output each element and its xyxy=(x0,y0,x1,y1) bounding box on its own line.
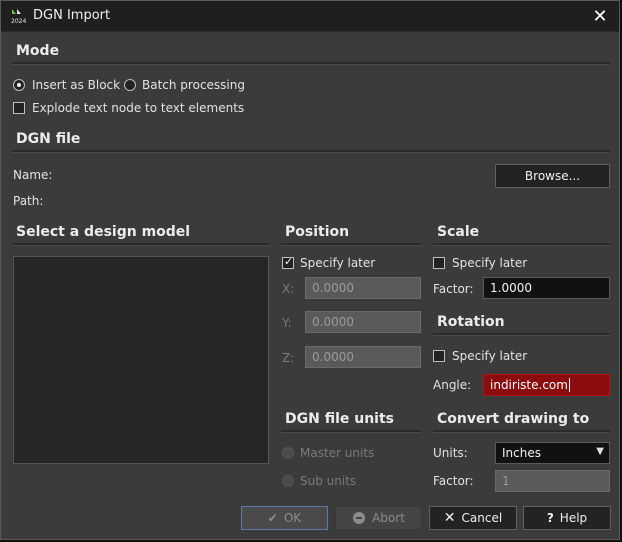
position-specify-later-checkbox[interactable] xyxy=(282,255,294,269)
rotation-heading: Rotation xyxy=(437,314,505,330)
position-heading: Position xyxy=(285,224,350,240)
explode-text-label[interactable]: Explode text node to text elements xyxy=(32,101,244,115)
position-divider xyxy=(281,243,421,246)
insert-as-block-label[interactable]: Insert as Block xyxy=(32,78,120,92)
dgn-import-dialog: 2024 DGN Import ✕ Mode Insert as Block B… xyxy=(0,0,620,540)
close-icon: ✕ xyxy=(592,5,608,27)
units-select-value: Inches xyxy=(502,446,541,460)
angle-input-value: indiriste.com xyxy=(490,378,568,392)
batch-processing-label[interactable]: Batch processing xyxy=(142,78,245,92)
help-icon: ? xyxy=(546,511,554,525)
scale-specify-later-checkbox[interactable] xyxy=(433,257,445,269)
help-button[interactable]: ? Help xyxy=(523,506,611,530)
convert-heading: Convert drawing to xyxy=(437,411,590,427)
design-model-heading: Select a design model xyxy=(16,224,191,240)
scale-divider xyxy=(433,243,610,246)
rotation-specify-later-label[interactable]: Specify later xyxy=(452,349,527,363)
convert-factor-label: Factor: xyxy=(433,474,474,488)
dgn-file-heading: DGN file xyxy=(16,131,81,147)
scale-factor-input[interactable]: 1.0000 xyxy=(483,277,610,299)
y-label: Y: xyxy=(282,316,292,330)
scale-specify-later-label[interactable]: Specify later xyxy=(452,256,527,270)
path-label: Path: xyxy=(13,194,44,208)
x-input[interactable]: 0.0000 xyxy=(305,277,421,299)
master-units-radio[interactable] xyxy=(282,447,294,459)
z-input[interactable]: 0.0000 xyxy=(305,346,421,368)
angle-label: Angle: xyxy=(433,378,472,392)
app-logo-icon: 2024 xyxy=(9,7,27,25)
insert-as-block-radio[interactable] xyxy=(13,79,25,91)
y-input[interactable]: 0.0000 xyxy=(305,311,421,333)
text-caret xyxy=(568,378,570,392)
convert-factor-input[interactable]: 1 xyxy=(495,470,610,492)
units-select[interactable]: Inches ▼ xyxy=(495,442,610,464)
ok-button-label: OK xyxy=(283,511,302,525)
scale-heading: Scale xyxy=(437,224,480,240)
browse-button-label: Browse... xyxy=(524,169,581,183)
mode-divider xyxy=(12,62,610,65)
z-label: Z: xyxy=(282,351,295,365)
rotation-divider xyxy=(433,333,610,336)
master-units-label[interactable]: Master units xyxy=(300,446,374,460)
convert-divider xyxy=(433,430,610,433)
abort-button-label: Abort xyxy=(372,511,405,525)
design-model-divider xyxy=(12,243,269,246)
close-button[interactable]: ✕ xyxy=(589,5,611,27)
dgn-units-heading: DGN file units xyxy=(285,411,395,427)
abort-button[interactable]: Abort xyxy=(335,506,422,530)
explode-text-checkbox[interactable] xyxy=(13,102,25,114)
rotation-specify-later-checkbox[interactable] xyxy=(433,350,445,362)
mode-heading: Mode xyxy=(16,43,60,59)
window-title: DGN Import xyxy=(33,8,111,23)
browse-button[interactable]: Browse... xyxy=(495,164,610,188)
title-bar: 2024 DGN Import ✕ xyxy=(1,1,619,32)
design-model-list[interactable] xyxy=(13,256,269,464)
svg-text:2024: 2024 xyxy=(11,18,26,25)
help-button-label: Help xyxy=(559,511,588,525)
sub-units-radio[interactable] xyxy=(282,475,294,487)
cancel-button[interactable]: ✕ Cancel xyxy=(429,506,517,530)
batch-processing-radio[interactable] xyxy=(124,79,136,91)
units-label: Units: xyxy=(433,446,468,460)
close-icon: ✕ xyxy=(443,510,456,526)
check-icon: ✔ xyxy=(267,511,278,525)
ok-button[interactable]: ✔ OK xyxy=(241,506,328,530)
dgn-units-divider xyxy=(281,430,421,433)
chevron-down-icon: ▼ xyxy=(596,446,604,457)
abort-icon xyxy=(353,512,366,524)
x-label: X: xyxy=(282,282,295,296)
dgn-file-divider xyxy=(12,150,610,153)
cancel-button-label: Cancel xyxy=(461,511,503,525)
angle-input[interactable]: indiriste.com xyxy=(483,374,610,396)
sub-units-label[interactable]: Sub units xyxy=(300,474,356,488)
scale-factor-label: Factor: xyxy=(433,282,474,296)
position-specify-later-label[interactable]: Specify later xyxy=(300,256,375,270)
name-label: Name: xyxy=(13,168,53,182)
